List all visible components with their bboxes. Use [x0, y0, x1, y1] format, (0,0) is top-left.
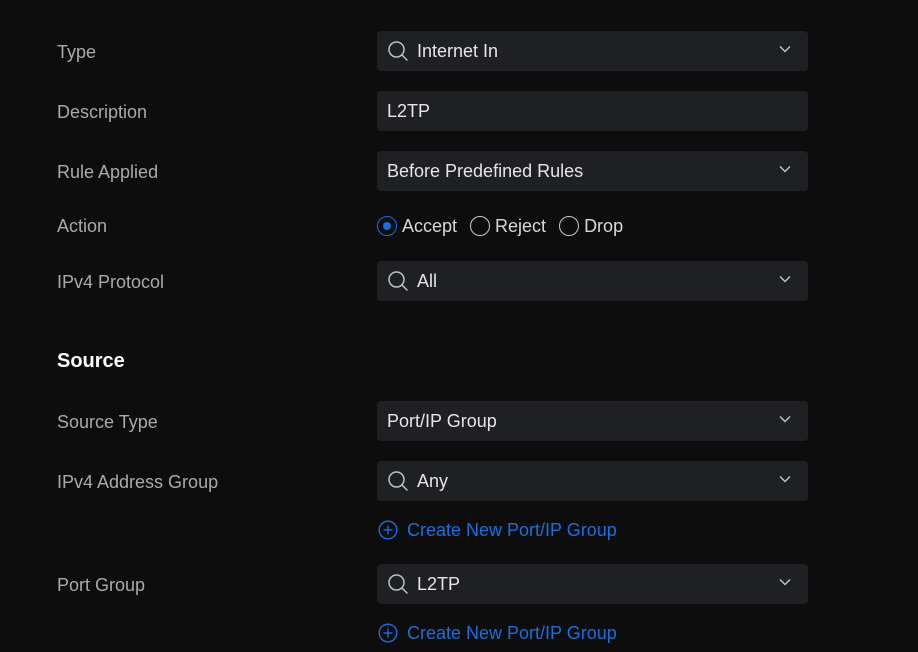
source-type-select[interactable]: Port/IP Group — [377, 401, 808, 441]
rule-applied-label: Rule Applied — [57, 162, 159, 182]
radio-unselected-icon[interactable] — [470, 216, 491, 236]
chevron-down-icon[interactable] — [779, 578, 791, 586]
ipv4-address-group-value: Any — [417, 471, 449, 491]
action-option-label: Reject — [495, 215, 547, 236]
source-section-title: Source — [57, 350, 125, 372]
type-label: Type — [57, 42, 97, 62]
port-group-select[interactable]: L2TP — [377, 564, 808, 604]
chevron-down-icon[interactable] — [779, 475, 791, 483]
create-ip-group-link[interactable]: Create New Port/IP Group — [378, 519, 617, 541]
description-value: L2TP — [387, 101, 431, 121]
description-label: Description — [57, 102, 148, 122]
type-value: Internet In — [417, 41, 499, 61]
action-option-label: Accept — [402, 215, 458, 236]
port-group-value: L2TP — [417, 574, 461, 594]
create-port-group-label: Create New Port/IP Group — [407, 623, 617, 643]
ipv4-protocol-select[interactable]: All — [377, 261, 808, 301]
search-icon — [388, 41, 408, 61]
search-icon — [388, 574, 408, 594]
chevron-down-icon[interactable] — [779, 45, 791, 53]
chevron-down-icon[interactable] — [779, 165, 791, 173]
search-icon — [388, 471, 408, 491]
ipv4-address-group-label: IPv4 Address Group — [57, 472, 219, 492]
chevron-down-icon[interactable] — [779, 415, 791, 423]
ipv4-address-group-select[interactable]: Any — [377, 461, 808, 501]
action-radio-accept[interactable]: Accept — [377, 216, 457, 237]
action-option-label: Drop — [584, 215, 624, 236]
ipv4-protocol-value: All — [417, 271, 438, 291]
rule-applied-select[interactable]: Before Predefined Rules — [377, 151, 808, 191]
create-ip-group-label: Create New Port/IP Group — [407, 520, 617, 540]
source-type-value: Port/IP Group — [387, 411, 497, 431]
description-input[interactable]: L2TP — [377, 91, 808, 131]
radio-unselected-icon[interactable] — [559, 216, 580, 236]
ipv4-protocol-label: IPv4 Protocol — [57, 272, 165, 292]
port-group-label: Port Group — [57, 575, 146, 595]
rule-applied-value: Before Predefined Rules — [387, 161, 584, 181]
type-select[interactable]: Internet In — [377, 31, 808, 71]
plus-circle-icon — [378, 520, 398, 540]
action-radio-reject[interactable]: Reject — [470, 216, 546, 237]
plus-circle-icon — [378, 623, 398, 643]
create-port-group-link[interactable]: Create New Port/IP Group — [378, 622, 617, 644]
source-type-label: Source Type — [57, 412, 158, 432]
search-icon — [388, 271, 408, 291]
chevron-down-icon[interactable] — [779, 275, 791, 283]
action-radio-drop[interactable]: Drop — [559, 216, 623, 237]
action-label: Action — [57, 216, 108, 236]
action-radio-group: Accept Reject Drop — [377, 214, 636, 238]
radio-selected-icon[interactable] — [377, 216, 397, 236]
